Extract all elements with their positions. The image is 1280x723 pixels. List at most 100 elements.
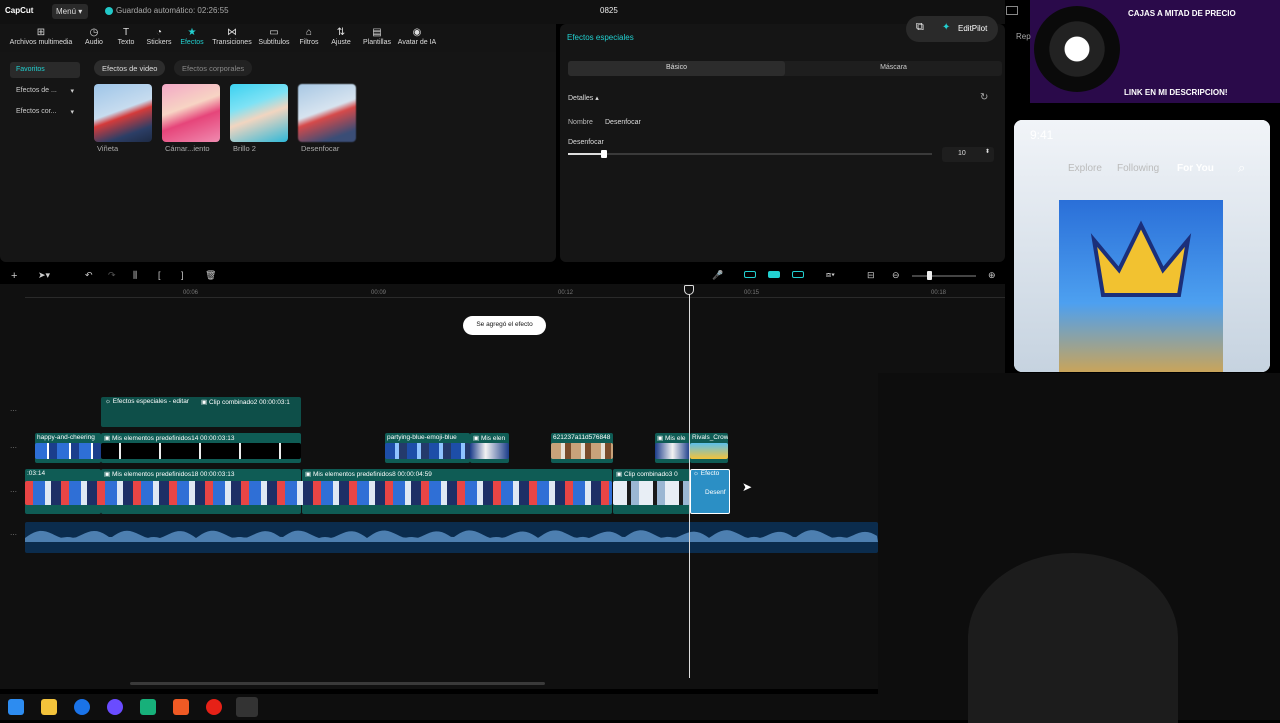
tab-body-effects[interactable]: Efectos corporales: [174, 60, 253, 76]
toast-notification: Se agregó el efecto: [463, 316, 546, 335]
mic-icon[interactable]: 🎤: [712, 270, 723, 281]
effects-icon: ★: [187, 27, 197, 38]
select-tool-icon[interactable]: ➤▾: [38, 270, 50, 281]
clip-label: ▣ Clip combinado3 0: [616, 471, 678, 478]
preview-axis-icon[interactable]: ⧈▾: [826, 270, 835, 280]
time-tick: 00:15: [744, 290, 760, 296]
clip-thumbs: [385, 443, 470, 459]
autosave-status: Guardado automático: 02:26:55: [116, 6, 229, 15]
phone-preview: 9:41 Explore Following For You ⌕: [1014, 120, 1270, 372]
track-handle[interactable]: ⋯: [10, 407, 17, 415]
clip-label: ▣ Mis elen: [473, 435, 506, 442]
link-icon[interactable]: [744, 271, 756, 278]
add-track-icon[interactable]: +: [11, 270, 17, 282]
clip-thumbs: [655, 443, 690, 459]
redo-icon[interactable]: ↷: [108, 270, 116, 281]
promo-line1: CAJAS A MITAD DE PRECIO: [1128, 9, 1236, 18]
tool-effects[interactable]: ★ Efectos: [178, 26, 206, 46]
playhead[interactable]: [689, 288, 690, 678]
horizontal-scrollbar[interactable]: [130, 682, 545, 685]
discord-icon[interactable]: [107, 699, 123, 715]
layout-icon[interactable]: [1006, 6, 1018, 15]
zoom-slider[interactable]: [912, 275, 976, 277]
tool-transitions[interactable]: ⋈ Transiciones: [210, 26, 254, 46]
zoom-handle[interactable]: [927, 271, 932, 280]
sidebar-item-body-effects[interactable]: Efectos cor... ▾: [10, 104, 80, 120]
tab-mask[interactable]: Máscara: [785, 61, 1002, 76]
trim-right-icon[interactable]: ]: [181, 270, 184, 280]
ai-avatar-icon: ◉: [412, 27, 422, 38]
zoom-in-icon[interactable]: ⊕: [988, 270, 996, 281]
tool-templates[interactable]: ▤ Plantillas: [360, 26, 394, 46]
track-handle[interactable]: ⋯: [10, 444, 17, 452]
tool-ai-avatar[interactable]: ◉ Avatar de IA: [396, 26, 438, 46]
clip-label: ▣ Mis elementos predefinidos18 00:00:03:…: [104, 471, 235, 478]
trim-left-icon[interactable]: [: [158, 270, 161, 280]
windows-start-icon[interactable]: [8, 699, 24, 715]
menu-button[interactable]: Menú ▾: [52, 4, 88, 19]
delete-icon[interactable]: 🗑: [205, 270, 216, 281]
tool-stickers[interactable]: ◔ Stickers: [144, 26, 174, 46]
menu-label: Menú: [56, 7, 77, 16]
mouse-cursor-icon: ➤: [742, 480, 753, 494]
chrome-icon[interactable]: [74, 699, 90, 715]
tool-subtitles[interactable]: ▭ Subtítulos: [256, 26, 292, 46]
snap-icon[interactable]: [792, 271, 804, 278]
subtitle-icon: ▭: [269, 27, 279, 38]
track-handle[interactable]: ⋯: [10, 531, 17, 539]
editpilot-button[interactable]: ⧉ ✦ EditPilot: [906, 16, 998, 42]
search-icon: ⌕: [1238, 160, 1246, 175]
file-explorer-icon[interactable]: [41, 699, 57, 715]
template-icon: ▤: [372, 27, 382, 38]
sidebar-item-video-effects[interactable]: Efectos de ... ▾: [10, 83, 80, 99]
clip-label: :03:14: [27, 470, 46, 477]
undo-icon[interactable]: ↶: [85, 270, 93, 281]
tool-text[interactable]: T Texto: [112, 26, 140, 46]
tool-media[interactable]: ⊞ Archivos multimedia: [6, 26, 76, 46]
clip-label: partying-blue-emoji-blue: [387, 434, 457, 441]
blur-slider-handle[interactable]: [601, 150, 608, 158]
sidebar-item-favorites[interactable]: Favoritos: [10, 62, 80, 78]
tool-audio[interactable]: ◷ Audio: [80, 26, 108, 46]
clip-thumbs: [613, 481, 690, 505]
reset-icon[interactable]: ↻: [980, 92, 988, 103]
slider-value-field[interactable]: 10 ⬍: [942, 147, 994, 162]
clip-label: Rivals_Crow: [692, 434, 728, 441]
magnet-icon[interactable]: [768, 271, 780, 278]
effect-thumb-camera[interactable]: [162, 84, 220, 142]
autosave-icon: [105, 7, 113, 15]
clip-label: ▣ Mis ele: [657, 435, 686, 442]
sticker-icon: ◔: [155, 27, 163, 38]
effect-thumb-blur[interactable]: [298, 84, 356, 142]
zoom-out-icon[interactable]: ⊖: [892, 270, 900, 281]
audio-track[interactable]: [25, 522, 878, 553]
text-icon: T: [122, 27, 130, 38]
tab-video-effects[interactable]: Efectos de video: [94, 60, 166, 76]
clip-label: ▣ Mis elementos predefinidos14 00:00:03:…: [104, 435, 235, 442]
project-title[interactable]: 0825: [600, 6, 618, 15]
effect-thumb-vignette[interactable]: [94, 84, 152, 142]
blur-slider-track[interactable]: [568, 153, 932, 155]
split-icon[interactable]: ⫼: [133, 270, 137, 281]
tab-basic[interactable]: Básico: [568, 61, 785, 76]
time-tick: 00:09: [371, 290, 387, 296]
youtube-icon[interactable]: [206, 699, 222, 715]
capcut-icon[interactable]: [236, 697, 258, 717]
clip-thumbs: [690, 443, 728, 459]
tool-filters[interactable]: ⌂ Filtros: [296, 26, 322, 46]
stepper-icon[interactable]: ⬍: [985, 148, 990, 155]
phone-tab-for-you: For You: [1177, 163, 1214, 174]
fit-icon[interactable]: ⊟: [867, 270, 875, 281]
details-section[interactable]: Detalles ▴: [568, 94, 599, 102]
promo-banner: CAJAS A MITAD DE PRECIO LINK EN MI DESCR…: [1030, 0, 1280, 103]
chatgpt-icon[interactable]: [140, 699, 156, 715]
effect-thumb-brightness[interactable]: [230, 84, 288, 142]
brave-icon[interactable]: [173, 699, 189, 715]
tool-adjust[interactable]: ⇅ Ajuste: [328, 26, 354, 46]
track-handle[interactable]: ⋯: [10, 488, 17, 496]
chevron-down-icon: ▾: [70, 88, 74, 95]
clip-thumbs: [101, 443, 301, 459]
clip-thumbs: [35, 443, 101, 459]
sparkle-icon: ✦: [942, 22, 951, 33]
playhead-handle[interactable]: [684, 285, 694, 295]
